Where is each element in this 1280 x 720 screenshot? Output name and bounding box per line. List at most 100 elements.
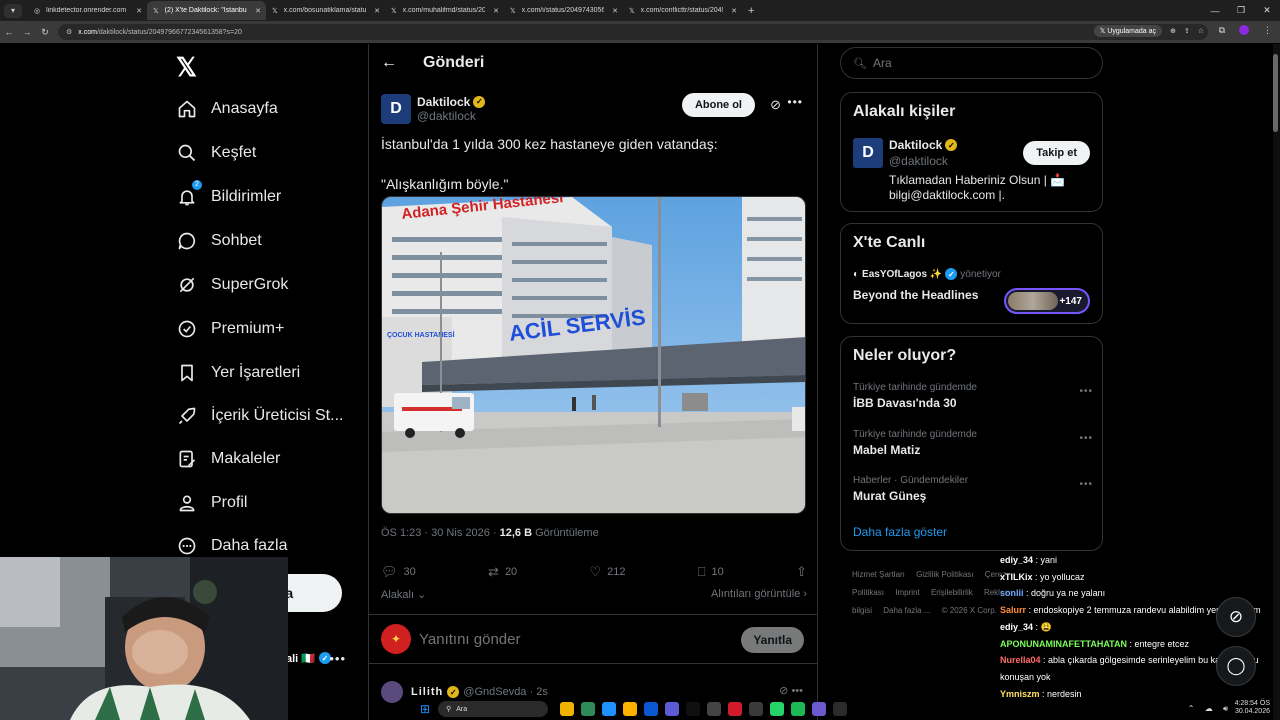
nav-item-bookmarks[interactable]: Yer İşaretleri [176,358,300,388]
nav-item-chat[interactable]: Sohbet [176,226,262,256]
reload-icon[interactable]: ↻ [36,27,54,38]
trend-item[interactable]: Haberler · Gündemdekiler Murat Güneş ••• [853,475,1093,503]
footer-link[interactable]: Imprint [895,588,919,597]
tab-close-icon[interactable]: ✕ [255,7,261,15]
reply-input[interactable]: Yanıtını gönder [419,631,520,648]
obs-icon[interactable] [833,702,848,716]
tweet-image[interactable]: Adana Şehir Hastanesi ACİL SERVİS ÇOCUK … [381,196,806,514]
minimize-icon[interactable]: — [1202,6,1228,16]
repost-action[interactable]: ⇄ 20 [488,564,517,580]
nav-item-articles[interactable]: Makaleler [176,444,280,474]
taskbar-app-icon[interactable] [728,702,743,716]
bookmark-action[interactable]: ⎕ 10 [698,564,724,580]
taskbar-app-icon[interactable] [686,702,701,716]
tab-close-icon[interactable]: ✕ [493,7,499,15]
author-name-row[interactable]: Daktilock ✓ [417,95,486,109]
taskbar-search[interactable]: ⚲ Ara [438,701,549,717]
browser-tab-active[interactable]: 𝕏 (2) X'te Daktilock: "İstanbul'da ✕ [147,1,266,20]
tab-close-icon[interactable]: ✕ [612,7,618,15]
scrollbar-thumb[interactable] [1273,54,1278,132]
footer-link[interactable]: Daha fazla ... [883,606,930,615]
trend-item[interactable]: Türkiye tarihinde gündemde İBB Davası'nd… [853,382,1093,410]
taskbar-app-icon[interactable] [812,702,827,716]
follow-button[interactable]: Takip et [1023,141,1090,165]
trend-more-icon[interactable]: ••• [1079,479,1093,490]
tab-search-menu-button[interactable]: ▾ [4,3,22,18]
browser-tab[interactable]: 𝕏x.com/conflicttr/status/204978 ✕ [623,1,742,20]
live-show-title[interactable]: Beyond the Headlines [853,288,978,302]
tweet-more-icon[interactable]: ••• [787,95,803,109]
nav-item-notifications[interactable]: 2 Bildirimler [176,180,281,212]
chrome-icon[interactable] [623,702,638,716]
reply-submit-button[interactable]: Yanıtla [741,627,804,653]
live-host-row[interactable]: ◐ EasYOfLagos ✨ ✓ yönetiyor [853,268,1001,280]
tweet-timestamp[interactable]: ÖS 1:23 · 30 Nis 2026 · [381,527,500,539]
nav-item-creator-studio[interactable]: İçerik Üreticisi St... [176,401,343,431]
author-handle[interactable]: @daktilock [417,109,485,123]
extensions-icon[interactable]: ⧉ [1219,25,1225,37]
whatsapp-icon[interactable] [770,702,785,716]
zoom-icon[interactable]: ⊕ [1170,27,1176,35]
footer-link[interactable]: Hizmet Şartları [852,570,905,579]
browser-tab[interactable]: ◎ linkdetector.onrender.com ✕ [28,1,147,20]
system-tray-icons[interactable]: ⌃ ☁ 🔊︎ [1188,704,1232,714]
taskbar-clock[interactable]: 4:28:54 ÖS 30.04.2026 [1235,700,1270,716]
back-icon[interactable]: ← [0,27,18,37]
relevance-dropdown[interactable]: Alakalı ⌄ [381,588,426,601]
taskbar-app-icon[interactable] [602,702,617,716]
spotify-icon[interactable] [791,702,806,716]
like-action[interactable]: ♡ 212 [589,564,625,580]
browser-tab[interactable]: 𝕏x.com/i/status/20497430567 ✕ [504,1,623,20]
taskbar-app-icon[interactable] [749,702,764,716]
nav-item-supergrok[interactable]: SuperGrok [176,270,288,300]
chat-username[interactable]: Nurella04 [1000,655,1041,665]
related-avatar[interactable]: D [853,138,883,168]
maximize-icon[interactable]: ❐ [1228,5,1254,16]
trend-item[interactable]: Türkiye tarihinde gündemde Mabel Matiz •… [853,429,1093,457]
user-avatar[interactable]: ✦ [381,624,411,654]
chat-username[interactable]: ediy_34 [1000,622,1033,632]
chat-username[interactable]: Salurr [1000,605,1026,615]
taskbar-app-icon[interactable] [581,702,596,716]
file-explorer-icon[interactable] [560,702,575,716]
reply-author-avatar[interactable] [381,681,403,703]
footer-link[interactable]: Gizlilik Politikası [916,570,973,579]
browser-menu-icon[interactable]: ⋮ [1263,25,1272,37]
page-scrollbar[interactable] [1273,44,1280,720]
new-tab-icon[interactable]: + [748,5,754,17]
reply-action[interactable]: 💬︎ 30 [381,564,416,580]
grok-float-button[interactable]: ⊘ [1216,597,1256,637]
trend-more-icon[interactable]: ••• [1079,386,1093,397]
grok-explain-icon[interactable]: ⊘ [770,97,781,113]
view-quotes-link[interactable]: Alıntıları görüntüle › [711,588,807,601]
live-listeners-badge[interactable]: +147 [1004,288,1090,314]
nav-item-explore[interactable]: Keşfet [176,138,256,168]
chat-username[interactable]: xTILKix [1000,572,1033,582]
site-info-icon[interactable]: ⚙ [66,28,72,36]
chat-username[interactable]: sonlii [1000,588,1024,598]
share-icon[interactable]: ⇪ [1184,27,1190,35]
browser-tab[interactable]: 𝕏x.com/bosunatiklama/status/20 ✕ [266,1,385,20]
tab-close-icon[interactable]: ✕ [374,7,380,15]
browser-tab[interactable]: 𝕏x.com/muhalifmd/status/20497 ✕ [385,1,504,20]
taskbar-app-icon[interactable] [707,702,722,716]
trend-more-icon[interactable]: ••• [1079,433,1093,444]
chat-username[interactable]: ediy_34 [1000,555,1033,565]
tab-close-icon[interactable]: ✕ [136,7,142,15]
open-in-app-button[interactable]: 𝕏 Uygulamada aç [1093,25,1162,37]
url-input[interactable]: ⚙ x.com/daktilock/status/204979667723456… [58,24,1208,40]
footer-link[interactable]: Erişilebilirlik [931,588,973,597]
show-more-link[interactable]: Daha fazla göster [853,525,947,539]
account-more-icon[interactable]: ••• [329,651,346,666]
share-action[interactable]: ⇧ [796,564,807,580]
star-icon[interactable]: ☆ [1198,27,1204,35]
windows-start-icon[interactable]: ⊞ [420,702,430,716]
forward-icon[interactable]: → [18,27,36,37]
close-window-icon[interactable]: ✕ [1254,5,1280,16]
nav-item-premium[interactable]: Premium+ [176,314,284,344]
tab-close-icon[interactable]: ✕ [731,7,737,15]
related-name-row[interactable]: Daktilock ✓ [889,138,958,152]
x-logo-icon[interactable]: 𝕏 [176,52,197,83]
reply-more-icon[interactable]: ⊘ ••• [779,684,803,697]
edge-icon[interactable] [644,702,659,716]
